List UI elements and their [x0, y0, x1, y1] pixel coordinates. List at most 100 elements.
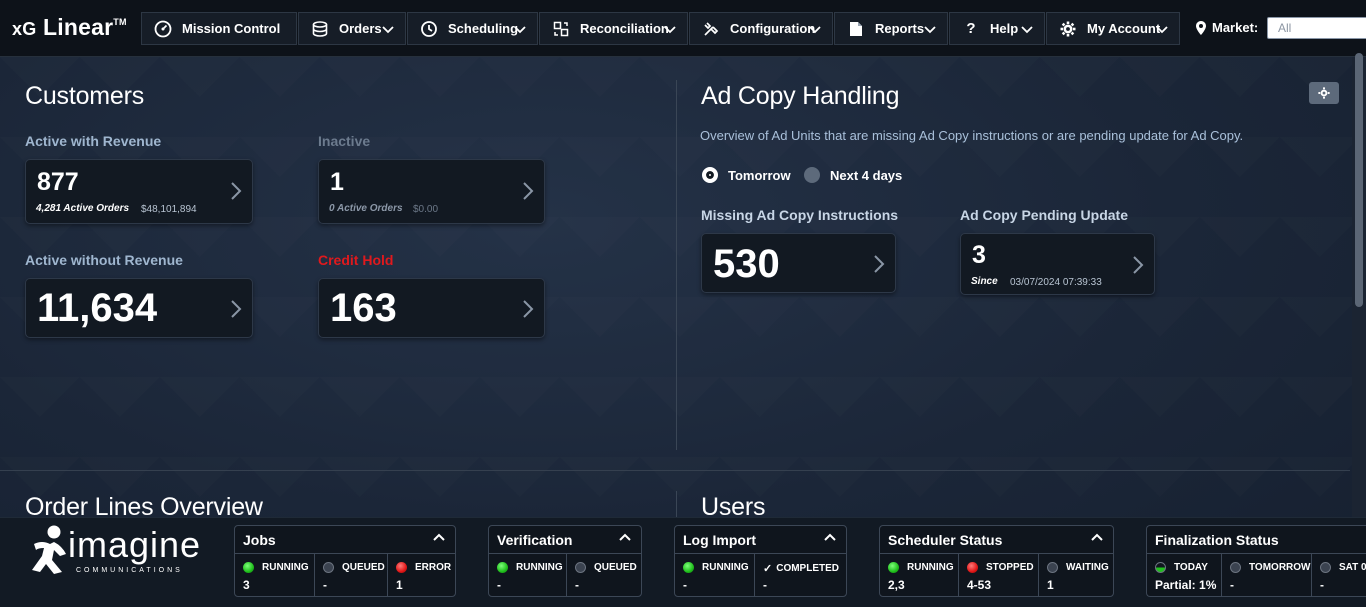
radio-label: Next 4 days: [830, 167, 903, 183]
nav-my-account[interactable]: My Account: [1046, 12, 1180, 45]
scheduler-status-panel-title: Scheduler Status: [888, 532, 1003, 548]
status-value: 4-53: [967, 578, 992, 592]
jobs-error-cell[interactable]: ERROR 1: [388, 554, 455, 597]
status-label: RUNNING: [262, 562, 309, 573]
nav-label: Orders: [339, 21, 382, 36]
jobs-queued-cell[interactable]: QUEUED -: [315, 554, 388, 597]
ad-copy-description: Overview of Ad Units that are missing Ad…: [700, 128, 1244, 143]
radio-next-4-days[interactable]: Next 4 days: [804, 167, 902, 183]
verification-queued-cell[interactable]: QUEUED -: [567, 554, 641, 597]
inactive-card[interactable]: 1 0 Active Orders $0.00: [318, 159, 545, 224]
chevron-right-icon: [874, 255, 885, 273]
ad-copy-pending-label: Ad Copy Pending Update: [960, 207, 1128, 223]
radio-unselected-indicator: [804, 167, 820, 183]
chevron-up-icon[interactable]: [433, 532, 445, 542]
scheduler-running-cell[interactable]: RUNNING 2,3: [880, 554, 959, 597]
chevron-right-icon: [523, 300, 534, 318]
status-label: WAITING: [1066, 562, 1109, 573]
market-select[interactable]: All: [1267, 17, 1366, 39]
chevron-up-icon[interactable]: [1091, 532, 1103, 542]
nav-label: Configuration: [730, 21, 816, 36]
ad-copy-pending-card[interactable]: 3 Since 03/07/2024 07:39:33: [960, 233, 1155, 295]
nav-label: Mission Control: [182, 21, 281, 36]
chevron-right-icon: [523, 182, 534, 200]
status-green-indicator: [243, 562, 254, 573]
status-grey-indicator: [575, 562, 586, 573]
chevron-down-icon: [664, 26, 676, 34]
chevron-right-icon: [231, 300, 242, 318]
chevron-up-icon[interactable]: [824, 532, 836, 542]
status-label: RUNNING: [702, 562, 749, 573]
credit-hold-count: 163: [330, 286, 397, 330]
app-logo[interactable]: xG LinearTM: [12, 14, 127, 41]
missing-ad-copy-card[interactable]: 530: [701, 233, 896, 293]
status-label: RUNNING: [516, 562, 563, 573]
status-value: -: [1320, 578, 1324, 592]
question-icon: ?: [966, 20, 976, 37]
finalization-sat-cell[interactable]: SAT 0 -: [1312, 554, 1366, 597]
missing-ad-copy-label: Missing Ad Copy Instructions: [701, 207, 899, 223]
chevron-up-icon[interactable]: [619, 532, 631, 542]
jobs-running-cell[interactable]: RUNNING 3: [235, 554, 315, 597]
verification-panel-title: Verification: [497, 532, 573, 548]
nav-orders[interactable]: Orders: [298, 12, 406, 45]
nav-reports[interactable]: Reports: [834, 12, 948, 45]
reconcile-icon: [552, 20, 570, 38]
credit-hold-card[interactable]: 163: [318, 278, 545, 338]
status-value: -: [575, 578, 579, 592]
gear-icon: [1059, 20, 1077, 38]
verification-panel: Verification RUNNING - QUEUED -: [488, 525, 642, 597]
nav-configuration[interactable]: Configuration: [689, 12, 833, 45]
ad-copy-settings-button[interactable]: [1309, 82, 1339, 104]
nav-help[interactable]: ? Help: [949, 12, 1045, 45]
map-pin-icon: [1196, 20, 1206, 35]
database-icon: [311, 20, 329, 38]
chevron-down-icon: [382, 26, 394, 34]
chevron-down-icon: [514, 26, 526, 34]
clock-icon: [420, 20, 438, 38]
status-grey-indicator: [1230, 562, 1241, 573]
nav-mission-control[interactable]: Mission Control: [141, 12, 297, 45]
finalization-status-panel: Finalization Status TODAY Partial: 1% TO…: [1146, 525, 1366, 597]
active-with-revenue-card[interactable]: 877 4,281 Active Orders $48,101,894: [25, 159, 253, 224]
finalization-status-panel-title: Finalization Status: [1155, 532, 1279, 548]
nav-reconciliation[interactable]: Reconciliation: [539, 12, 688, 45]
status-partial-indicator: [1155, 562, 1166, 573]
status-label: TODAY: [1174, 562, 1208, 573]
log-import-panel: Log Import RUNNING - ✓ COMPLETED -: [674, 525, 847, 597]
log-import-running-cell[interactable]: RUNNING -: [675, 554, 755, 597]
scheduler-stopped-cell[interactable]: STOPPED 4-53: [959, 554, 1039, 597]
active-without-revenue-label: Active without Revenue: [25, 252, 183, 268]
active-with-revenue-count: 877: [37, 168, 79, 196]
active-without-revenue-card[interactable]: 11,634: [25, 278, 253, 338]
status-value: -: [1230, 578, 1234, 592]
gear-icon: [1318, 87, 1330, 99]
trademark-mark: TM: [113, 17, 127, 27]
inactive-amount: $0.00: [413, 204, 439, 215]
chevron-down-icon: [1156, 26, 1168, 34]
status-label: TOMORROW: [1249, 562, 1311, 573]
scrollbar-thumb[interactable]: [1355, 53, 1363, 307]
ad-copy-pending-count: 3: [972, 241, 986, 269]
finalization-today-cell[interactable]: TODAY Partial: 1%: [1147, 554, 1222, 597]
customers-title: Customers: [25, 82, 145, 110]
finalization-tomorrow-cell[interactable]: TOMORROW -: [1222, 554, 1312, 597]
nav-scheduling[interactable]: Scheduling: [407, 12, 538, 45]
status-value: Partial: 1%: [1155, 578, 1217, 592]
radio-selected-indicator: [702, 167, 718, 183]
verification-running-cell[interactable]: RUNNING -: [489, 554, 567, 597]
nav-label: My Account: [1087, 21, 1161, 36]
checkmark-icon: ✓: [763, 563, 773, 575]
app-logo-prefix: xG: [12, 19, 37, 39]
market-label: Market:: [1196, 20, 1258, 35]
inactive-label: Inactive: [318, 133, 371, 149]
revenue-amount: $48,101,894: [141, 204, 197, 215]
status-label: SAT 0: [1339, 562, 1366, 573]
log-import-completed-cell[interactable]: ✓ COMPLETED -: [755, 554, 846, 597]
status-value: 2,3: [888, 578, 905, 592]
top-navigation-bar: xG LinearTM Mission Control Orders Sched…: [0, 0, 1366, 57]
status-red-indicator: [396, 562, 407, 573]
status-value: -: [323, 578, 327, 592]
scheduler-waiting-cell[interactable]: WAITING 1: [1039, 554, 1113, 597]
radio-tomorrow[interactable]: Tomorrow: [702, 167, 791, 183]
